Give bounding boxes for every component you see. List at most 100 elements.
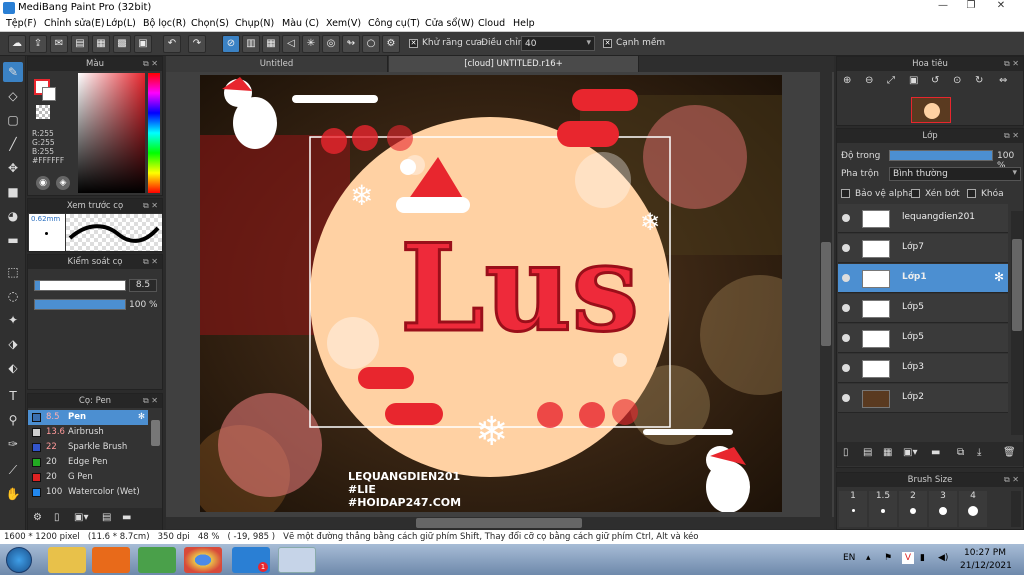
new-8bit-layer-icon[interactable]: ▦	[883, 447, 892, 458]
flip-icon[interactable]: ⇔	[999, 75, 1007, 86]
menu-filter[interactable]: Bộ lọc(R)	[143, 18, 186, 29]
eye-icon[interactable]	[842, 394, 850, 402]
menu-view[interactable]: Xem(V)	[326, 18, 361, 29]
eye-icon[interactable]	[842, 214, 850, 222]
scroll-thumb[interactable]	[1012, 239, 1022, 331]
brush-item[interactable]: 8.5 Pen ✻	[28, 410, 148, 425]
media-player-icon[interactable]	[92, 547, 130, 573]
brush-size-preset[interactable]: 2	[899, 491, 927, 527]
layers-scrollbar[interactable]	[1011, 211, 1023, 435]
document-icon[interactable]: ▤	[71, 35, 89, 53]
folder-icon[interactable]: ▬	[931, 447, 940, 458]
brush-item[interactable]: 100 Watercolor (Wet)	[28, 485, 148, 500]
layer-row-selected[interactable]: Lớp1 ✻	[838, 264, 1008, 293]
brush-menu-icon[interactable]: ▣▾	[74, 512, 88, 523]
brush-size-preset[interactable]: 4	[959, 491, 987, 527]
snap-ring-icon[interactable]: ○	[362, 35, 380, 53]
scroll-thumb[interactable]	[821, 242, 831, 346]
vpn-icon[interactable]: V	[902, 552, 914, 564]
comment-icon[interactable]: ✉	[50, 35, 68, 53]
grid-page-icon[interactable]: ▩	[113, 35, 131, 53]
blend-mode-dropdown[interactable]: Bình thường ▾	[889, 167, 1021, 181]
clock-date[interactable]: 21/12/2021	[960, 561, 1012, 571]
antialias-checkbox[interactable]: ✕	[409, 39, 418, 48]
rotate-right-icon[interactable]: ↻	[975, 75, 983, 86]
menu-window[interactable]: Cửa sổ(W)	[425, 18, 474, 29]
snap-perspective-icon[interactable]: ◁	[282, 35, 300, 53]
snap-parallel-icon[interactable]: ▥	[242, 35, 260, 53]
brush-list-scrollbar[interactable]	[151, 420, 160, 446]
hue-slider[interactable]	[148, 73, 160, 193]
add-brush-icon[interactable]: ⚙	[33, 512, 42, 523]
rotate-left-icon[interactable]: ↺	[931, 75, 939, 86]
magic-wand-icon[interactable]: ✦	[3, 310, 23, 330]
actual-size-icon[interactable]: ▣	[909, 75, 918, 86]
eye-icon[interactable]	[842, 244, 850, 252]
lasso-tool-icon[interactable]: ◌	[3, 286, 23, 306]
text-tool-icon[interactable]: T	[3, 386, 23, 406]
start-button[interactable]	[6, 547, 32, 573]
menu-tools[interactable]: Công cụ(T)	[368, 18, 420, 29]
palette-icon[interactable]: ◈	[56, 176, 70, 190]
menu-help[interactable]: Help	[513, 18, 535, 29]
panel-icon[interactable]: ▣	[134, 35, 152, 53]
shape-tool-icon[interactable]: ■	[3, 182, 23, 202]
tray-arrow-icon[interactable]: ▴	[866, 553, 871, 563]
snap-grid-icon[interactable]: ▦	[262, 35, 280, 53]
tab-cloud-untitled[interactable]: [cloud] UNTITLED.r16+	[389, 56, 639, 72]
eye-icon[interactable]	[842, 334, 850, 342]
layer-row[interactable]: Lớp7	[838, 234, 1008, 263]
medibang-icon[interactable]	[278, 547, 316, 573]
fit-icon[interactable]: ⤢	[887, 75, 895, 86]
gear-icon[interactable]: ✻	[138, 410, 145, 425]
brush-size-slider[interactable]	[34, 280, 126, 291]
file-explorer-icon[interactable]	[48, 547, 86, 573]
layer-menu-icon[interactable]: ▣▾	[903, 447, 917, 458]
menu-file[interactable]: Tệp(F)	[6, 18, 37, 29]
close-button[interactable]: ✕	[990, 0, 1012, 14]
operation-tool-icon[interactable]: ⚲	[3, 410, 23, 430]
adjust-dropdown[interactable]: 40 ▾	[521, 36, 595, 51]
saturation-field[interactable]	[78, 73, 145, 193]
minimize-button[interactable]: —	[932, 0, 954, 14]
brush-size-scrollbar[interactable]	[1011, 491, 1021, 527]
eyedropper-icon[interactable]: ⟋	[3, 460, 23, 480]
brush-opacity-slider[interactable]	[34, 299, 126, 310]
cloud-icon[interactable]: ☁	[8, 35, 26, 53]
eye-icon[interactable]	[842, 274, 850, 282]
navigator-thumbnail[interactable]	[911, 97, 951, 123]
menu-cloud[interactable]: Cloud	[478, 18, 505, 29]
transparent-swatch[interactable]	[36, 105, 50, 119]
eye-icon[interactable]	[842, 364, 850, 372]
eraser-tool-icon[interactable]: ◇	[3, 86, 23, 106]
menu-capture[interactable]: Chụp(N)	[235, 18, 274, 29]
gradient-tool-icon[interactable]: ▬	[3, 230, 23, 250]
color-wheel-icon[interactable]: ◉	[36, 176, 50, 190]
menu-color[interactable]: Màu (C)	[282, 18, 319, 29]
horizontal-scrollbar[interactable]	[166, 517, 834, 529]
duplicate-layer-icon[interactable]: ⧉	[957, 447, 964, 458]
flag-icon[interactable]: ⚑	[884, 553, 892, 563]
background-color-swatch[interactable]	[42, 87, 56, 101]
pen-tool-icon[interactable]: ✑	[3, 434, 23, 454]
rect-tool-icon[interactable]: ▢	[3, 110, 23, 130]
layer-row[interactable]: Lớp5	[838, 324, 1008, 353]
menu-edit[interactable]: Chỉnh sửa(E)	[44, 18, 105, 29]
eye-icon[interactable]	[842, 304, 850, 312]
brush-item[interactable]: 13.6 Airbrush	[28, 425, 148, 440]
fill-tool-icon[interactable]: ◕	[3, 206, 23, 226]
layer-row[interactable]: Lớp2	[838, 384, 1008, 413]
menu-layer[interactable]: Lớp(L)	[106, 18, 136, 29]
share-icon[interactable]: ⇪	[29, 35, 47, 53]
snap-curve-icon[interactable]: ↬	[342, 35, 360, 53]
new-brush-icon[interactable]: ▯	[54, 512, 60, 523]
brush-item[interactable]: 22 Sparkle Brush	[28, 440, 148, 455]
undo-icon[interactable]: ↶	[163, 35, 181, 53]
brush-tool-icon[interactable]: ✎	[3, 62, 23, 82]
layer-opacity-slider[interactable]	[889, 150, 993, 161]
network-icon[interactable]: ▮	[920, 553, 925, 563]
gear-icon[interactable]: ✻	[994, 270, 1004, 284]
line-tool-icon[interactable]: ╱	[3, 134, 23, 154]
redo-icon[interactable]: ↷	[188, 35, 206, 53]
select-pen-icon[interactable]: ⬗	[3, 334, 23, 354]
